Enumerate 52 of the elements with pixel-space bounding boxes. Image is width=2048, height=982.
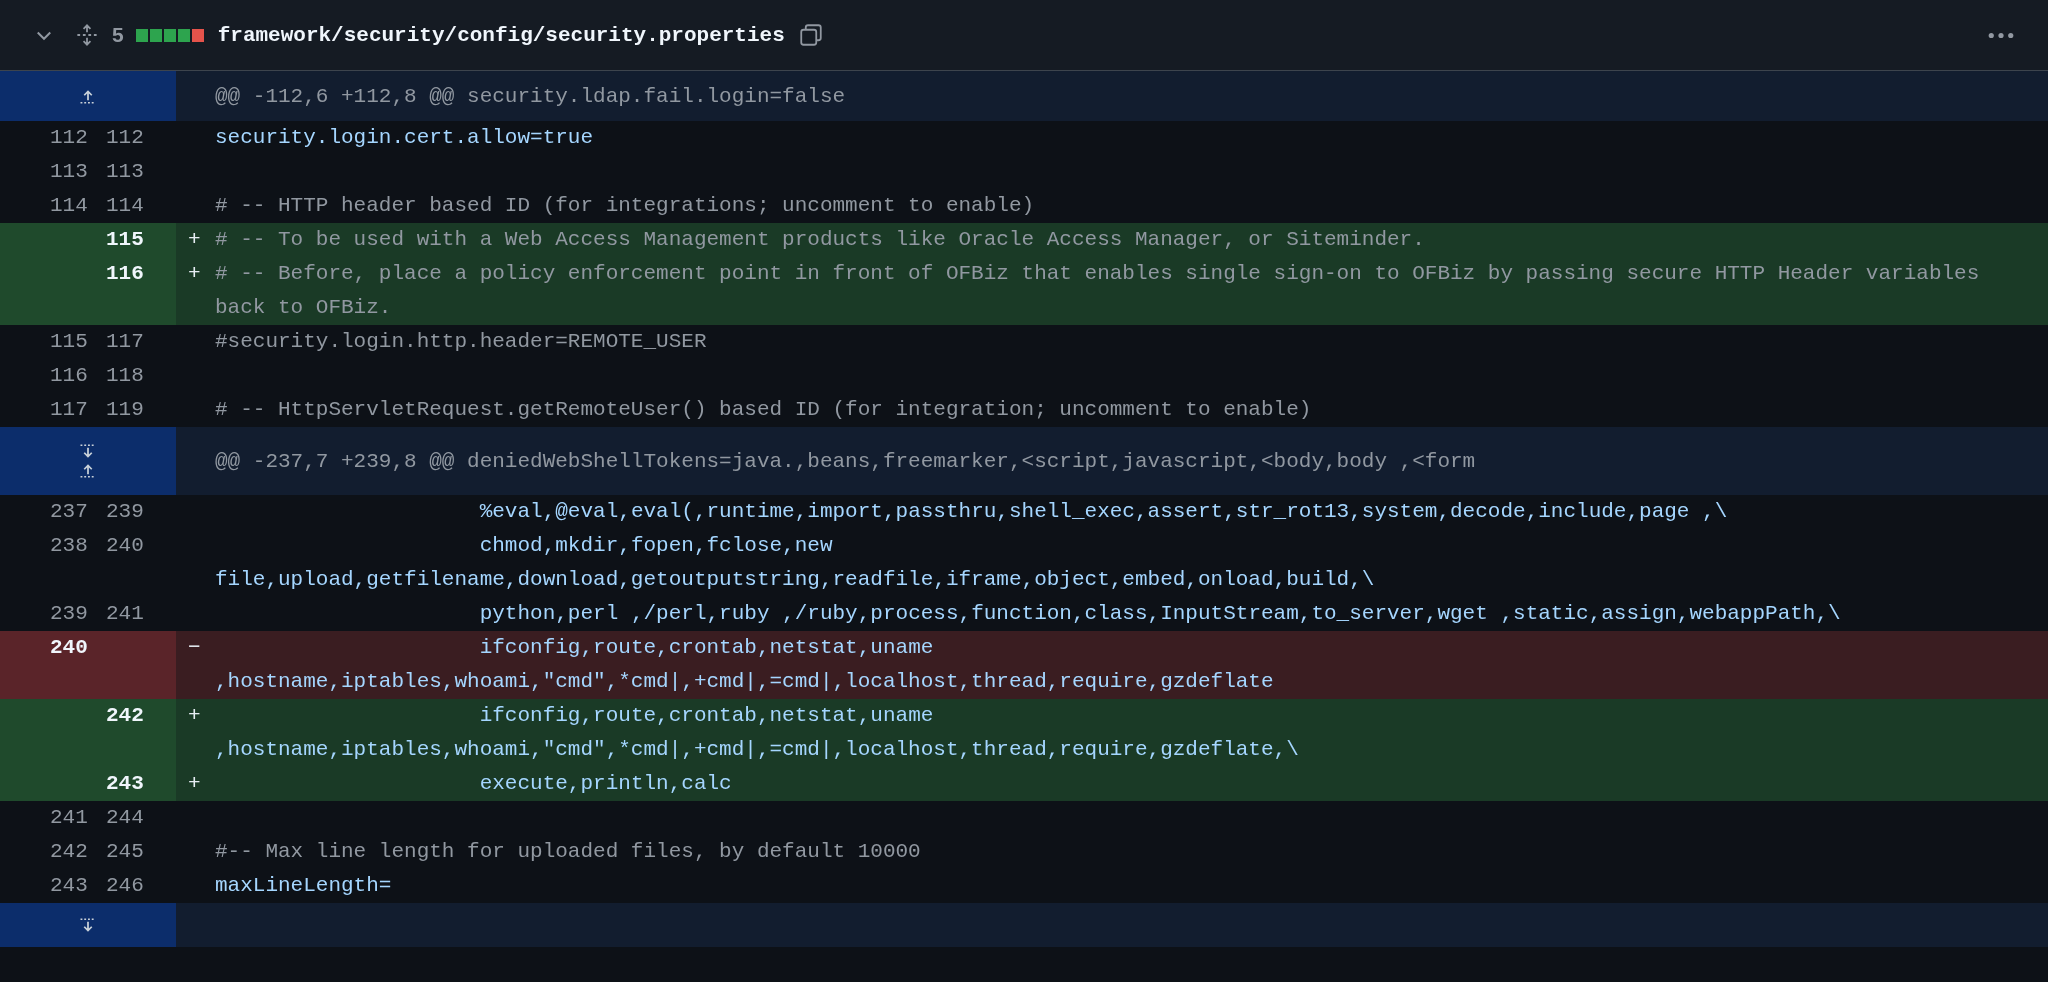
- line-number: 114: [49, 193, 88, 219]
- line-number: 114: [105, 193, 145, 219]
- line-number: 240: [0, 631, 88, 699]
- line-number: 117: [105, 329, 145, 355]
- line-number: 239: [49, 601, 88, 627]
- line-number: 245: [105, 839, 145, 865]
- line-number: 113: [105, 159, 145, 185]
- line-number: 243: [49, 873, 88, 899]
- code-line: python,perl ,/perl,ruby ,/ruby,process,function,class,InputStream,to_server,wget ,static,assign,webappPath,\: [478, 602, 1841, 625]
- expand-icon[interactable]: [76, 24, 98, 46]
- line-number: 116: [49, 363, 88, 389]
- diff-marker: +: [188, 704, 201, 727]
- line-number: 117: [49, 397, 88, 423]
- code-line: #security.login.http.header=REMOTE_USER: [215, 330, 707, 353]
- line-number: 239: [105, 499, 145, 525]
- line-number: 243: [88, 767, 176, 801]
- code-line: maxLineLength=: [215, 874, 392, 897]
- change-count: 5: [112, 23, 124, 47]
- copy-icon[interactable]: [798, 23, 823, 47]
- more-options-icon[interactable]: [1988, 31, 2014, 39]
- line-number: 241: [49, 805, 88, 831]
- line-number: 115: [49, 329, 88, 355]
- diff-marker: +: [188, 262, 201, 285]
- line-number: 116: [88, 257, 176, 325]
- line-number: 238: [49, 533, 88, 559]
- code-line: #-- Max line length for uploaded files, by default 10000: [215, 840, 921, 863]
- line-number: 241: [105, 601, 145, 627]
- line-number: 112: [49, 125, 88, 151]
- line-number: 242: [49, 839, 88, 865]
- code-line: # -- HttpServletRequest.getRemoteUser() based ID (for integration; uncomment to enable): [215, 398, 1312, 421]
- line-number: 237: [49, 499, 88, 525]
- line-number: 242: [88, 699, 176, 767]
- file-path[interactable]: framework/security/config/security.properties: [217, 23, 785, 47]
- code-line: # -- Before, place a policy enforcement point in front of OFBiz that enables single sign-on to OFBiz by passing secure HTTP Header variables back to OFBiz.: [215, 262, 1981, 319]
- line-number: 112: [105, 125, 145, 151]
- line-number: 113: [49, 159, 88, 185]
- diff-marker: +: [188, 228, 201, 251]
- diff-marker: +: [188, 772, 201, 795]
- code-line: # -- To be used with a Web Access Management products like Oracle Access Manager, or Siteminder.: [215, 228, 1425, 251]
- line-number: 119: [105, 397, 145, 423]
- hunk-header: @@ -112,6 +112,8 @@ security.ldap.fail.login=false: [215, 84, 846, 108]
- code-line: security.login.cert.allow=true: [215, 126, 594, 149]
- code-line: execute,println,calc: [478, 772, 732, 795]
- line-number: 244: [105, 805, 145, 831]
- code-line: # -- HTTP header based ID (for integrations; uncomment to enable): [215, 194, 1035, 217]
- hunk-header: @@ -237,7 +239,8 @@ deniedWebShellTokens=java.,beans,freemarker,<script,javascript,<body,body ,<form: [215, 449, 1476, 473]
- line-number: 115: [88, 223, 176, 257]
- line-number: 246: [105, 873, 145, 899]
- code-line: %eval,@eval,eval(,runtime,import,passthru,shell_exec,assert,str_rot13,system,decode,include,page ,\: [478, 500, 1728, 523]
- line-number: 118: [105, 363, 145, 389]
- line-number: 240: [105, 533, 145, 559]
- diff-marker: −: [188, 636, 201, 659]
